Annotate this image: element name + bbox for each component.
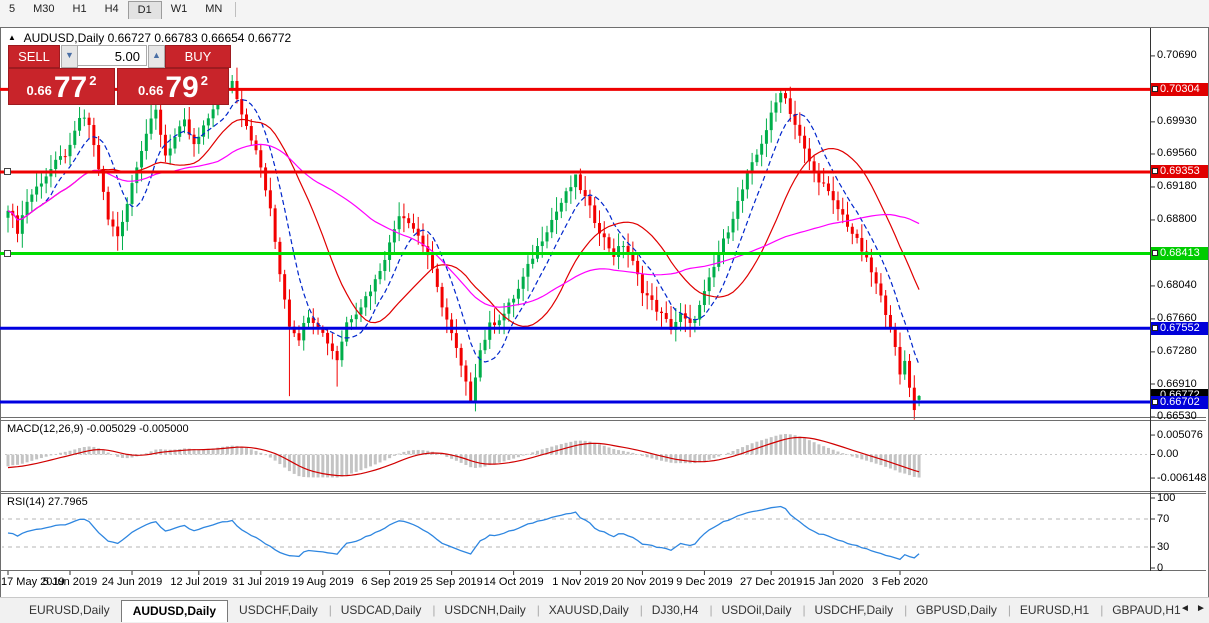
level-price-badge: 0.70304 (1151, 83, 1208, 96)
rsi-axis-label: 70 (1157, 513, 1207, 526)
buy-price-pips: 79 (165, 75, 198, 101)
line-anchor-icon[interactable] (1152, 168, 1158, 174)
buy-button[interactable]: BUY (165, 45, 231, 68)
sell-price-pips: 77 (54, 75, 87, 101)
chart-tab-eurusd-daily[interactable]: EURUSD,Daily (18, 600, 121, 620)
pane-splitter[interactable] (1, 493, 1206, 494)
sell-price-panel[interactable]: 0.66 77 2 (8, 68, 115, 105)
macd-indicator-label: MACD(12,26,9) -0.005029 -0.005000 (7, 423, 189, 435)
timeframe-toolbar: 5M30H1H4D1W1MN (0, 0, 1209, 28)
level-price-badge: 0.69353 (1151, 165, 1208, 178)
toolbar-separator (235, 2, 236, 17)
sell-price-base: 0.66 (27, 83, 52, 98)
timeframe-button-mn[interactable]: MN (196, 1, 231, 18)
timeframe-button-h4[interactable]: H4 (96, 1, 128, 18)
timeframe-button-d1[interactable]: D1 (128, 1, 162, 19)
chart-tab-gbpusd-daily[interactable]: GBPUSD,Daily (905, 600, 1008, 620)
price-tick-label: 0.69930 (1157, 115, 1207, 128)
rsi-axis-label: 30 (1157, 541, 1207, 554)
rsi-indicator-label: RSI(14) 27.7965 (7, 496, 88, 508)
chart-tab-eurusd-h1[interactable]: EURUSD,H1 (1009, 600, 1100, 620)
buy-price-point: 2 (201, 73, 208, 88)
sell-price-point: 2 (89, 73, 96, 88)
timeframe-button-w1[interactable]: W1 (162, 1, 197, 18)
pane-splitter[interactable] (1, 420, 1206, 421)
price-tick-label: 0.68800 (1157, 213, 1207, 226)
price-tick-label: 0.68040 (1157, 279, 1207, 292)
price-tick-label: 0.66530 (1157, 410, 1207, 423)
line-anchor-icon[interactable] (1152, 250, 1158, 256)
chart-tab-usdchf-daily[interactable]: USDCHF,Daily (228, 600, 329, 620)
tab-scroll-right-icon[interactable]: ► (1196, 603, 1206, 614)
volume-decrease-button[interactable]: ▼ (61, 45, 78, 68)
price-tick-label: 0.69560 (1157, 147, 1207, 160)
date-axis-label: 9 Dec 2019 (667, 576, 741, 588)
chart-tab-gbpaud-h1[interactable]: GBPAUD,H1 (1101, 600, 1191, 620)
date-axis-label: 15 Jan 2020 (796, 576, 870, 588)
date-axis-label: 24 Jun 2019 (95, 576, 169, 588)
level-price-badge: 0.66702 (1151, 396, 1208, 409)
chart-title: ▲ AUDUSD,Daily 0.66727 0.66783 0.66654 0… (8, 31, 291, 45)
price-tick-label: 0.67280 (1157, 345, 1207, 358)
tab-scroll-left-icon[interactable]: ◄ (1180, 603, 1190, 614)
pane-splitter[interactable] (1, 417, 1206, 418)
chart-tab-dj30-h4[interactable]: DJ30,H4 (641, 600, 710, 620)
date-axis-label: 14 Oct 2019 (477, 576, 551, 588)
buy-price-panel[interactable]: 0.66 79 2 (117, 68, 229, 105)
chart-tab-audusd-daily[interactable]: AUDUSD,Daily (121, 600, 228, 622)
line-anchor-icon[interactable] (1152, 325, 1158, 331)
sell-button[interactable]: SELL (8, 45, 60, 68)
buy-price-base: 0.66 (138, 83, 163, 98)
chevron-down-icon: ▼ (65, 50, 74, 60)
timeframe-button-5[interactable]: 5 (0, 1, 24, 18)
timeframe-button-m30[interactable]: M30 (24, 1, 63, 18)
collapse-arrow-icon[interactable]: ▲ (8, 33, 16, 42)
volume-increase-button[interactable]: ▲ (148, 45, 165, 68)
level-price-badge: 0.68413 (1151, 247, 1208, 260)
macd-axis-label: -0.006148 (1157, 472, 1207, 485)
price-tick-label: 0.70690 (1157, 49, 1207, 62)
line-handle[interactable] (4, 168, 11, 175)
line-handle[interactable] (4, 250, 11, 257)
date-axis-label: 3 Feb 2020 (863, 576, 937, 588)
level-price-badge: 0.67552 (1151, 322, 1208, 335)
macd-axis-label: 0.00 (1157, 448, 1207, 461)
line-anchor-icon[interactable] (1152, 399, 1158, 405)
price-tick-label: 0.69180 (1157, 180, 1207, 193)
rsi-axis-label: 0 (1157, 562, 1207, 575)
ohlc-high: 0.66783 (154, 31, 197, 45)
volume-input[interactable]: 5.00 (77, 45, 147, 66)
chart-tab-usdchf-daily[interactable]: USDCHF,Daily (803, 600, 904, 620)
price-axis-line (1150, 28, 1151, 571)
line-anchor-icon[interactable] (1152, 86, 1158, 92)
chart-tab-usdoil-daily[interactable]: USDOil,Daily (710, 600, 802, 620)
chart-tab-xauusd-daily[interactable]: XAUUSD,Daily (538, 600, 640, 620)
chart-symbol-label: AUDUSD,Daily (24, 31, 105, 45)
chevron-up-icon: ▲ (152, 50, 161, 60)
chart-tab-bar: EURUSD,DailyAUDUSD,DailyUSDCHF,Daily|USD… (0, 597, 1209, 623)
mt4-terminal: 5M30H1H4D1W1MN ▲ AUDUSD,Daily 0.66727 0.… (0, 0, 1209, 623)
ohlc-close: 0.66772 (248, 31, 291, 45)
chart-tab-usdcnh-daily[interactable]: USDCNH,Daily (433, 600, 536, 620)
chart-tab-usdcad-daily[interactable]: USDCAD,Daily (330, 600, 433, 620)
rsi-axis-label: 100 (1157, 492, 1207, 505)
pane-splitter[interactable] (1, 491, 1206, 492)
date-axis-label: 19 Aug 2019 (286, 576, 360, 588)
macd-axis-label: 0.005076 (1157, 429, 1207, 442)
ohlc-low: 0.66654 (201, 31, 244, 45)
chart-window (0, 27, 1209, 598)
date-axis-separator (1, 570, 1206, 571)
timeframe-button-h1[interactable]: H1 (64, 1, 96, 18)
ohlc-open: 0.66727 (108, 31, 151, 45)
